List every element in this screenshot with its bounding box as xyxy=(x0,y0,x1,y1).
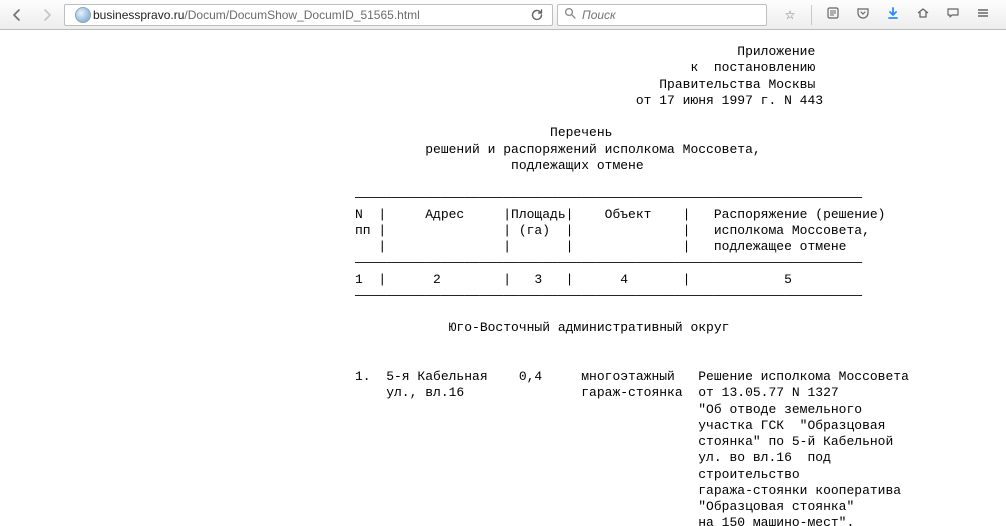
page-viewport[interactable]: Приложение к постановлению Правительства… xyxy=(0,30,1006,526)
pocket-icon[interactable] xyxy=(854,6,872,23)
url-text: businesspravo.ru/Docum/DocumShow_DocumID… xyxy=(93,8,526,22)
search-input[interactable] xyxy=(582,8,760,22)
separator xyxy=(811,5,812,25)
chat-icon[interactable] xyxy=(944,6,962,23)
table-header-row: пп | | (га) | | исполкома Моссовета, xyxy=(355,223,870,238)
home-icon[interactable] xyxy=(914,6,932,23)
reload-icon xyxy=(530,8,544,22)
table-top-rule: ————————————————————————————————————————… xyxy=(355,190,862,205)
district-heading: Юго-Восточный административный округ xyxy=(355,320,729,335)
table-colnum-row: 1 | 2 | 3 | 4 | 5 xyxy=(355,272,792,287)
menu-icon[interactable] xyxy=(974,6,992,23)
table-header-row: | | | | подлежащее отмене xyxy=(355,239,846,254)
downloads-icon[interactable] xyxy=(884,6,902,23)
table-row: 1. 5-я Кабельная 0,4 многоэтажный Решени… xyxy=(355,369,909,526)
address-bar[interactable]: businesspravo.ru/Docum/DocumShow_DocumID… xyxy=(64,4,553,26)
arrow-left-icon xyxy=(10,8,24,22)
search-bar[interactable] xyxy=(557,4,767,26)
table-mid-rule: ————————————————————————————————————————… xyxy=(355,255,862,270)
search-icon xyxy=(564,7,576,22)
browser-toolbar: businesspravo.ru/Docum/DocumShow_DocumID… xyxy=(0,0,1006,30)
arrow-right-icon xyxy=(40,8,54,22)
forward-button[interactable] xyxy=(34,3,60,27)
document-body: Приложение к постановлению Правительства… xyxy=(0,30,1006,526)
table-bottom-rule: ————————————————————————————————————————… xyxy=(355,288,862,303)
reader-icon[interactable] xyxy=(824,6,842,23)
table-header-row: N | Адрес |Площадь| Объект | Распоряжени… xyxy=(355,207,886,222)
doc-header-right: Приложение к постановлению Правительства… xyxy=(355,44,823,108)
toolbar-icons: ☆ xyxy=(771,5,1002,25)
doc-title: Перечень решений и распоряжений исполком… xyxy=(355,125,761,173)
bookmark-star-icon[interactable]: ☆ xyxy=(781,8,799,22)
back-button[interactable] xyxy=(4,3,30,27)
reload-button[interactable] xyxy=(526,5,548,25)
globe-icon xyxy=(75,7,91,23)
